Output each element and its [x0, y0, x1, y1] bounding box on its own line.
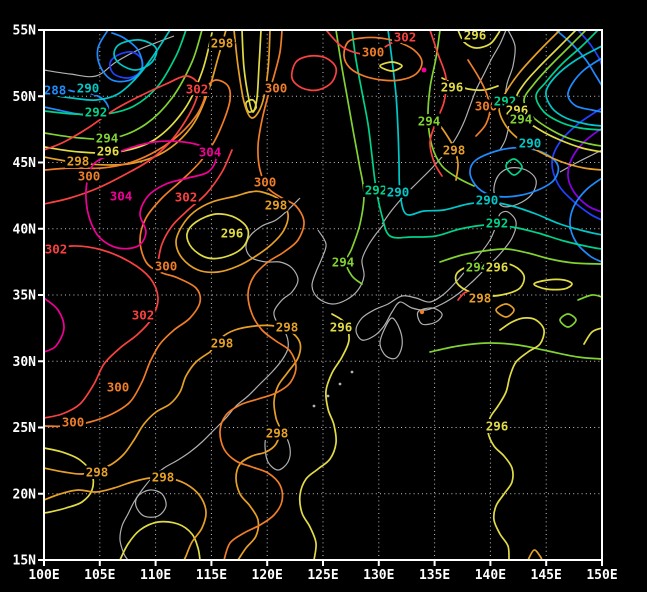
contour-label-296: 296 — [486, 419, 509, 434]
contour-label-292: 292 — [365, 183, 388, 198]
contour-plot: 2882902922942962983003022983003003022962… — [0, 0, 647, 592]
y-axis-label: 35N — [13, 289, 37, 304]
x-axis-label: 110E — [140, 568, 171, 583]
contour-label-302: 302 — [186, 82, 209, 97]
contour-label-290: 290 — [387, 185, 410, 200]
x-axis-label: 100E — [28, 568, 59, 583]
y-axis-label: 15N — [13, 554, 37, 569]
contour-label-302: 302 — [175, 190, 198, 205]
contour-spot-304 — [422, 68, 427, 73]
contour-label-296: 296 — [97, 144, 120, 159]
contour-plot-window: 2882902922942962983003022983003003022962… — [0, 0, 647, 592]
y-axis-label: 30N — [13, 355, 37, 370]
contour-label-292: 292 — [85, 105, 108, 120]
contour-label-296: 296 — [486, 260, 509, 275]
contour-label-300: 300 — [107, 380, 130, 395]
contour-label-298: 298 — [443, 143, 466, 158]
contour-label-298: 298 — [211, 36, 234, 51]
x-axis-label: 105E — [84, 568, 115, 583]
contour-label-290: 290 — [77, 81, 100, 96]
island-dot — [313, 405, 316, 408]
contour-label-290: 290 — [519, 136, 542, 151]
contour-label-300: 300 — [155, 259, 178, 274]
contour-label-296: 296 — [330, 320, 353, 335]
contour-label-296: 296 — [441, 80, 464, 95]
island-dot — [351, 371, 354, 374]
y-axis-label: 50N — [13, 90, 37, 105]
contour-label-300: 300 — [265, 81, 288, 96]
contour-label-298: 298 — [265, 198, 288, 213]
contour-label-298: 298 — [86, 465, 109, 480]
contour-label-300: 300 — [254, 175, 277, 190]
contour-label-302: 302 — [132, 308, 155, 323]
contour-label-300: 300 — [62, 415, 85, 430]
y-axis-label: 45N — [13, 156, 37, 171]
contour-label-298: 298 — [469, 291, 492, 306]
contour-label-298: 298 — [266, 426, 289, 441]
contour-label-296: 296 — [221, 226, 244, 241]
contour-label-288: 288 — [44, 83, 67, 98]
contour-label-292: 292 — [486, 216, 509, 231]
x-axis-label: 125E — [307, 568, 338, 583]
y-axis-label: 25N — [13, 421, 37, 436]
contour-label-298: 298 — [276, 320, 299, 335]
contour-label-302: 302 — [394, 30, 417, 45]
contour-spot-300 — [420, 310, 424, 314]
contour-label-294: 294 — [332, 255, 355, 270]
contour-label-304: 304 — [199, 145, 222, 160]
x-axis-label: 135E — [419, 568, 450, 583]
x-axis-label: 120E — [252, 568, 283, 583]
x-axis-label: 115E — [196, 568, 227, 583]
y-axis-label: 55N — [13, 24, 37, 39]
contour-label-290: 290 — [476, 193, 499, 208]
x-axis-label: 130E — [363, 568, 394, 583]
x-axis-label: 150E — [586, 568, 617, 583]
x-axis-label: 145E — [531, 568, 562, 583]
contour-label-300: 300 — [78, 169, 101, 184]
contour-label-294: 294 — [418, 114, 441, 129]
contour-label-304: 304 — [110, 189, 133, 204]
contour-label-298: 298 — [67, 154, 90, 169]
y-axis-label: 40N — [13, 222, 37, 237]
island-dot — [339, 383, 342, 386]
island-dot — [327, 395, 330, 398]
contour-label-302: 302 — [45, 242, 68, 257]
x-axis-label: 140E — [475, 568, 506, 583]
contour-label-300: 300 — [362, 45, 385, 60]
contour-label-294: 294 — [510, 112, 533, 127]
contour-label-298: 298 — [211, 336, 234, 351]
y-axis-label: 20N — [13, 487, 37, 502]
contour-label-298: 298 — [152, 470, 175, 485]
